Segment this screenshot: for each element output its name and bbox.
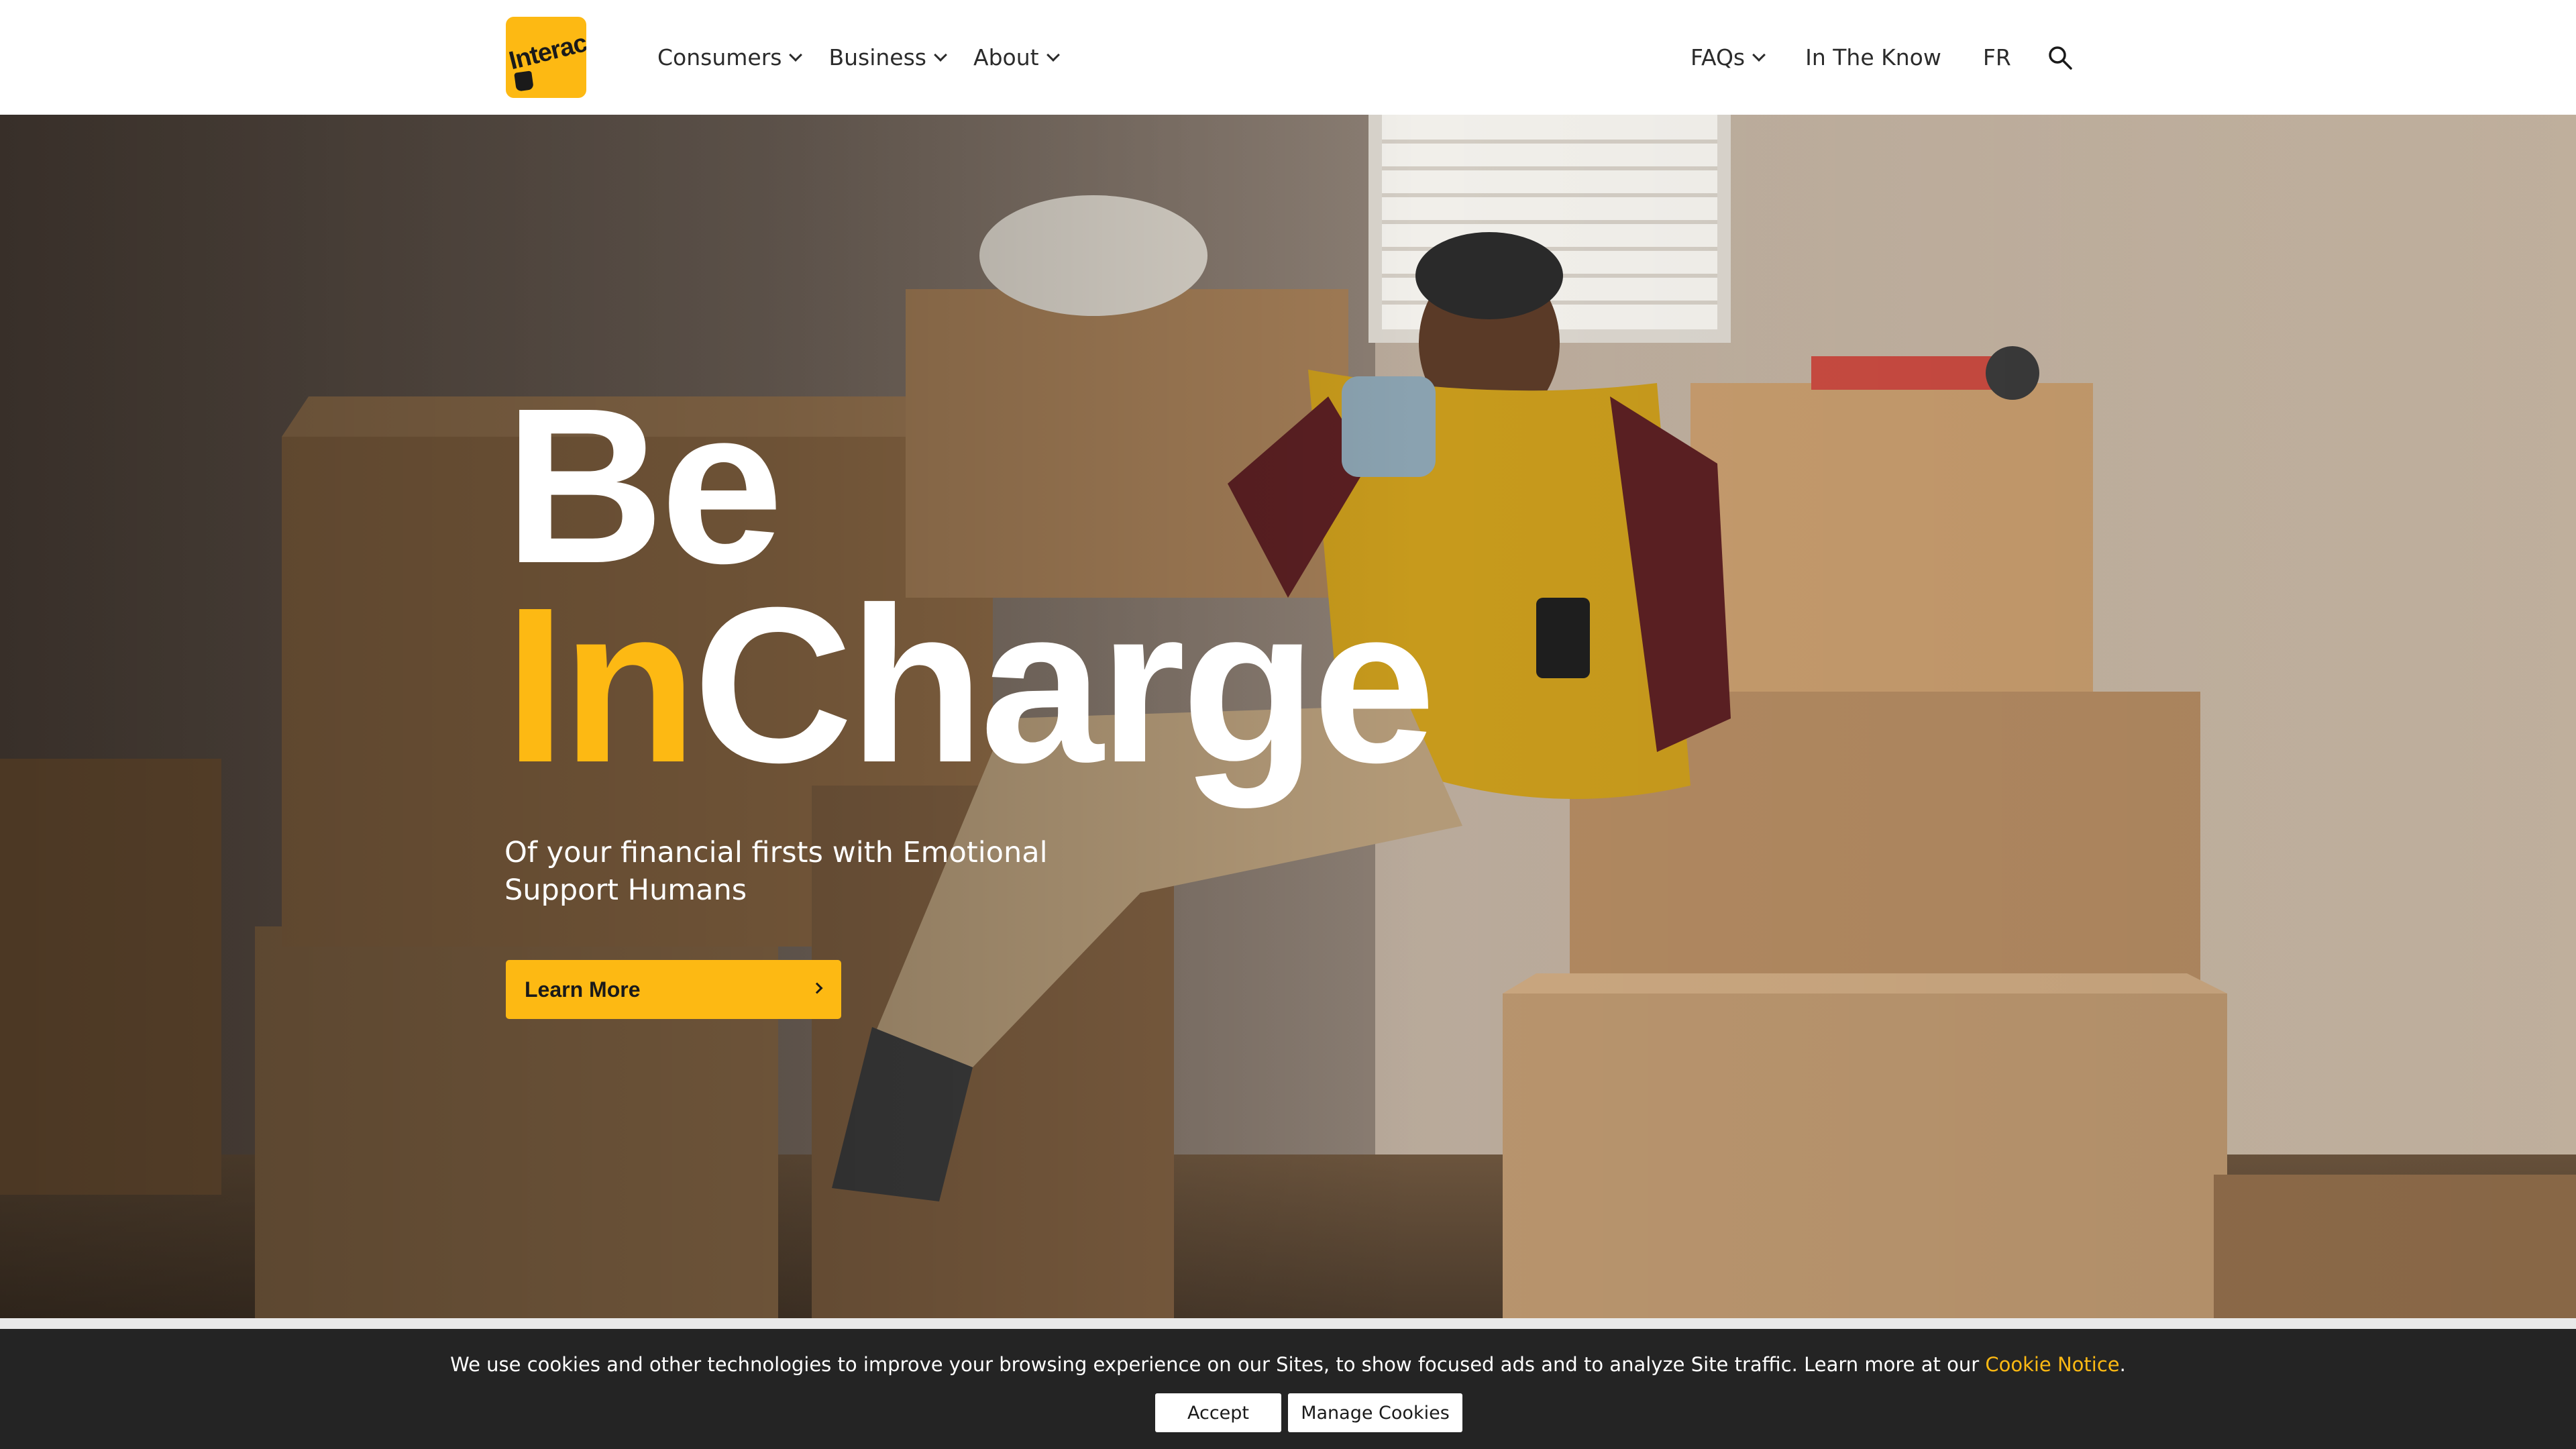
accept-cookies-button[interactable]: Accept	[1155, 1393, 1281, 1432]
nav-faqs-label: FAQs	[1690, 44, 1746, 70]
nav-consumers-label: Consumers	[657, 44, 782, 70]
cookie-notice-link[interactable]: Cookie Notice	[1985, 1353, 2119, 1376]
search-icon[interactable]	[2047, 45, 2073, 70]
hero-headline: Be InCharge	[504, 375, 1436, 796]
nav-fr-label: FR	[1982, 44, 2011, 70]
nav-about[interactable]: About	[973, 44, 1060, 70]
primary-nav: Consumers Business About	[657, 0, 1086, 115]
chevron-right-icon	[811, 982, 823, 994]
learn-more-label: Learn More	[525, 977, 641, 1002]
chevron-down-icon	[789, 48, 803, 62]
nav-language-fr[interactable]: FR	[1983, 44, 2011, 70]
nav-faqs[interactable]: FAQs	[1690, 44, 1766, 70]
nav-consumers[interactable]: Consumers	[657, 44, 803, 70]
site-header: Interac Consumers Business About FAQs In…	[0, 0, 2576, 115]
chevron-down-icon	[1046, 48, 1060, 62]
nav-business-label: Business	[828, 44, 926, 70]
nav-business[interactable]: Business	[828, 44, 947, 70]
interac-logo[interactable]: Interac	[506, 17, 586, 98]
hero-subtext: Of your financial firsts with Emotional …	[504, 836, 1048, 907]
nav-in-the-know-label: In The Know	[1805, 44, 1941, 70]
nav-in-the-know[interactable]: In The Know	[1805, 44, 1941, 70]
cookie-message: We use cookies and other technologies to…	[0, 1353, 2576, 1376]
nav-about-label: About	[973, 44, 1039, 70]
chevron-down-icon	[934, 48, 947, 62]
hero-banner: Be InCharge Of your financial firsts wit…	[0, 115, 2576, 1318]
cookie-text-end: .	[2119, 1353, 2126, 1376]
headline-accent: In	[504, 560, 697, 808]
headline-rest: Charge	[693, 560, 1436, 808]
chevron-down-icon	[1752, 48, 1766, 62]
headline-line-2: InCharge	[504, 574, 1436, 795]
cookie-banner: We use cookies and other technologies to…	[0, 1318, 2576, 1449]
learn-more-button[interactable]: Learn More	[506, 960, 841, 1019]
manage-cookies-button[interactable]: Manage Cookies	[1288, 1393, 1462, 1432]
secondary-nav: FAQs In The Know FR	[1690, 0, 2053, 115]
logo-hand-icon	[514, 70, 534, 92]
cookie-text: We use cookies and other technologies to…	[450, 1353, 1986, 1376]
logo-text: Interac	[506, 29, 586, 76]
